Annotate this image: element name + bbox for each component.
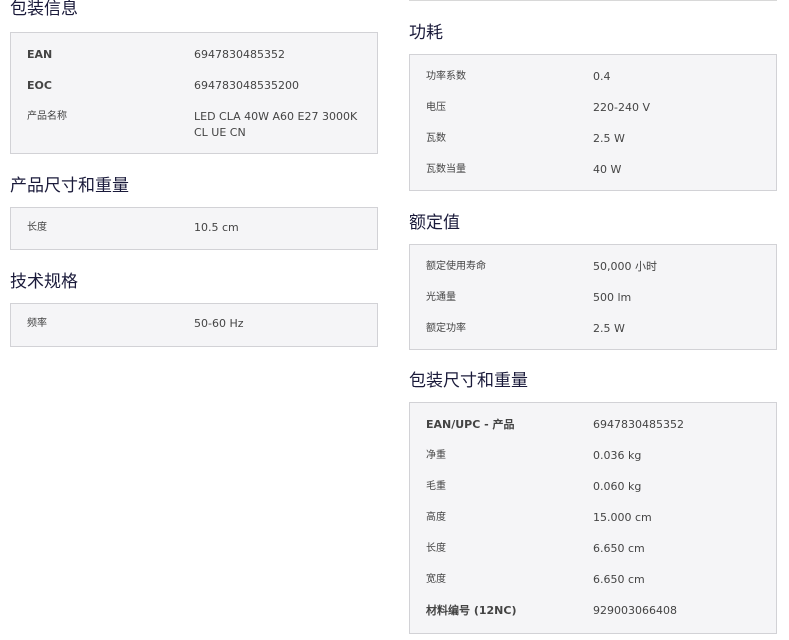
spec-value: 10.5 cm <box>194 221 239 234</box>
spec-key: EAN/UPC - 产品 <box>426 418 515 431</box>
spec-key: EOC <box>27 79 52 92</box>
spec-value: 50-60 Hz <box>194 317 244 330</box>
spec-value: 2.5 W <box>593 132 625 145</box>
spec-key: 产品名称 <box>27 111 67 122</box>
spec-value: 6.650 cm <box>593 542 645 555</box>
spec-value: 694783048535200 <box>194 79 299 92</box>
spec-key: 长度 <box>426 543 446 554</box>
spec-key: 宽度 <box>426 574 446 585</box>
spec-row: 宽度 6.650 cm <box>410 565 776 596</box>
section-power: 功耗 功率系数 0.4 电压 220-240 V 瓦数 2.5 W 瓦数当量 4… <box>409 22 777 191</box>
spec-row: 材料编号 (12NC) 929003066408 <box>410 596 776 627</box>
spec-key: 瓦数 <box>426 133 446 144</box>
spec-table: EAN/UPC - 产品 6947830485352 净重 0.036 kg 毛… <box>409 402 777 634</box>
section-ratings: 额定值 额定使用寿命 50,000 小时 光通量 500 lm 额定功率 2.5… <box>409 212 777 350</box>
spec-value: 0.036 kg <box>593 449 642 462</box>
spec-value: 15.000 cm <box>593 511 652 524</box>
section-title: 产品尺寸和重量 <box>10 176 129 196</box>
spec-row: 长度 6.650 cm <box>410 534 776 565</box>
spec-value: 929003066408 <box>593 604 677 617</box>
spec-row: EAN 6947830485352 <box>11 40 377 71</box>
spec-key: 光通量 <box>426 292 456 303</box>
section-title: 包装尺寸和重量 <box>409 371 528 391</box>
spec-table: 频率 50-60 Hz <box>10 303 378 347</box>
spec-key: 净重 <box>426 450 446 461</box>
spec-row: 瓦数 2.5 W <box>410 124 776 155</box>
spec-key: 毛重 <box>426 481 446 492</box>
section-title: 额定值 <box>409 213 460 233</box>
spec-row: 长度 10.5 cm <box>11 215 377 246</box>
spec-key: 电压 <box>426 102 446 113</box>
spec-value: 6947830485352 <box>194 48 285 61</box>
spec-value: 40 W <box>593 163 622 176</box>
spec-key: EAN <box>27 48 53 61</box>
spec-key: 材料编号 (12NC) <box>426 604 517 617</box>
spec-row: 产品名称 LED CLA 40W A60 E27 3000K CL UE CN <box>11 102 377 141</box>
spec-row: 功率系数 0.4 <box>410 62 776 93</box>
section-tech-specs: 技术规格 频率 50-60 Hz <box>10 271 378 347</box>
spec-row: 净重 0.036 kg <box>410 441 776 472</box>
spec-row: EAN/UPC - 产品 6947830485352 <box>410 410 776 441</box>
spec-row: 额定功率 2.5 W <box>410 314 776 345</box>
spec-value: 50,000 小时 <box>593 260 657 273</box>
spec-key: 长度 <box>27 222 47 233</box>
spec-row: 毛重 0.060 kg <box>410 472 776 503</box>
spec-value: LED CLA 40W A60 E27 3000K CL UE CN <box>194 110 358 139</box>
spec-value: 6.650 cm <box>593 573 645 586</box>
section-package-dimensions: 包装尺寸和重量 EAN/UPC - 产品 6947830485352 净重 0.… <box>409 370 777 634</box>
spec-value: 6947830485352 <box>593 418 684 431</box>
spec-key: 额定功率 <box>426 323 466 334</box>
spec-key: 额定使用寿命 <box>426 261 486 272</box>
spec-key: 高度 <box>426 512 446 523</box>
spec-row: 高度 15.000 cm <box>410 503 776 534</box>
spec-value: 220-240 V <box>593 101 650 114</box>
spec-key: 瓦数当量 <box>426 164 466 175</box>
spec-table: EAN 6947830485352 EOC 694783048535200 产品… <box>10 32 378 154</box>
spec-value: 2.5 W <box>593 322 625 335</box>
spec-value: 0.4 <box>593 70 611 83</box>
section-title: 功耗 <box>409 23 443 43</box>
spec-row: 电压 220-240 V <box>410 93 776 124</box>
top-divider <box>409 0 777 1</box>
spec-row: 瓦数当量 40 W <box>410 155 776 186</box>
spec-row: 光通量 500 lm <box>410 283 776 314</box>
spec-key: 功率系数 <box>426 71 466 82</box>
spec-value: 500 lm <box>593 291 632 304</box>
spec-value: 0.060 kg <box>593 480 642 493</box>
spec-row: EOC 694783048535200 <box>11 71 377 102</box>
spec-row: 频率 50-60 Hz <box>11 311 377 342</box>
section-product-dimensions: 产品尺寸和重量 长度 10.5 cm <box>10 175 378 250</box>
section-title: 技术规格 <box>10 272 78 292</box>
spec-table: 额定使用寿命 50,000 小时 光通量 500 lm 额定功率 2.5 W <box>409 244 777 350</box>
spec-table: 长度 10.5 cm <box>10 207 378 250</box>
section-title: 包装信息 <box>10 0 78 19</box>
spec-key: 频率 <box>27 318 47 329</box>
spec-table: 功率系数 0.4 电压 220-240 V 瓦数 2.5 W 瓦数当量 40 W <box>409 54 777 191</box>
spec-row: 额定使用寿命 50,000 小时 <box>410 252 776 283</box>
